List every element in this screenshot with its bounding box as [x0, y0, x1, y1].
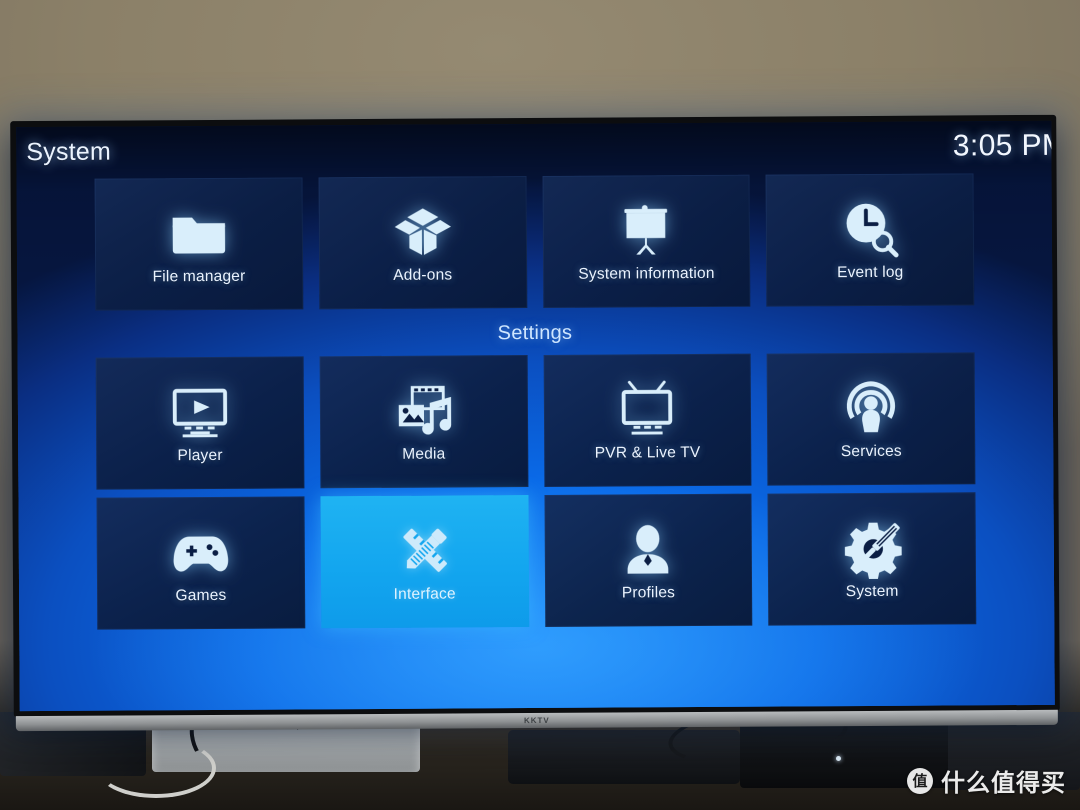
watermark-text: 什么值得买 [941, 769, 1066, 797]
presentation-chart-icon [611, 199, 681, 261]
tile-interface[interactable]: Interface [320, 495, 529, 629]
tile-file-manager[interactable]: File manager [94, 177, 304, 311]
clock-search-icon [835, 198, 905, 260]
tile-games[interactable]: Games [96, 496, 306, 630]
tile-pvr-live-tv[interactable]: PVR & Live TV [543, 353, 752, 487]
folder-icon [164, 202, 234, 264]
tile-label: Player [177, 446, 223, 465]
tv-brand-logo: KKTV [523, 715, 550, 726]
photo-scene: System 3:05 PM File manager Add-ons Syst… [0, 0, 1080, 810]
page-title: System [26, 137, 112, 166]
white-cable [96, 738, 216, 798]
tile-event-log[interactable]: Event log [765, 173, 975, 307]
kodi-screen: System 3:05 PM File manager Add-ons Syst… [16, 120, 1055, 712]
tile-label: System [845, 582, 899, 601]
tile-label: Interface [393, 585, 456, 603]
open-box-icon [387, 200, 457, 262]
tv-antenna-icon [612, 378, 682, 440]
tile-label: Media [402, 445, 446, 463]
gear-screwdriver-icon [837, 517, 907, 580]
tile-label: File manager [152, 267, 246, 286]
tile-row-bottom: Games Interface Profiles System [96, 492, 977, 630]
section-label-settings: Settings [497, 321, 573, 345]
television: System 3:05 PM File manager Add-ons Syst… [10, 114, 1060, 732]
tile-player[interactable]: Player [95, 356, 305, 490]
tile-add-ons[interactable]: Add-ons [318, 176, 527, 310]
tile-row-top: File manager Add-ons System information … [94, 173, 975, 311]
tile-row-middle: Player Media PVR & Live TV Services [95, 352, 976, 490]
broadcast-person-icon [836, 377, 906, 439]
film-photo-music-icon [388, 379, 458, 441]
tile-media[interactable]: Media [319, 355, 528, 489]
watermark: 值 什么值得买 [907, 763, 1066, 798]
person-icon [613, 518, 683, 580]
watermark-badge-icon: 值 [907, 767, 933, 794]
ruler-pencil-icon [389, 519, 459, 581]
tile-label: Event log [836, 263, 904, 282]
settings-grid: File manager Add-ons System information … [17, 173, 1055, 711]
monitor-play-icon [165, 381, 235, 443]
tile-system[interactable]: System [767, 492, 977, 626]
tile-system-information[interactable]: System information [542, 174, 751, 308]
tile-label: System information [578, 264, 715, 283]
tile-label: Services [840, 442, 902, 461]
tile-label: PVR & Live TV [594, 443, 701, 462]
kodi-header: System 3:05 PM [16, 121, 1054, 173]
tile-label: Games [175, 586, 227, 605]
tile-profiles[interactable]: Profiles [543, 493, 753, 627]
gamepad-icon [166, 521, 236, 583]
clock-display: 3:05 PM [952, 128, 1055, 163]
tile-label: Add-ons [393, 266, 453, 284]
standby-led-indicator [836, 756, 841, 761]
tile-services[interactable]: Services [766, 352, 976, 486]
tile-label: Profiles [621, 584, 676, 602]
